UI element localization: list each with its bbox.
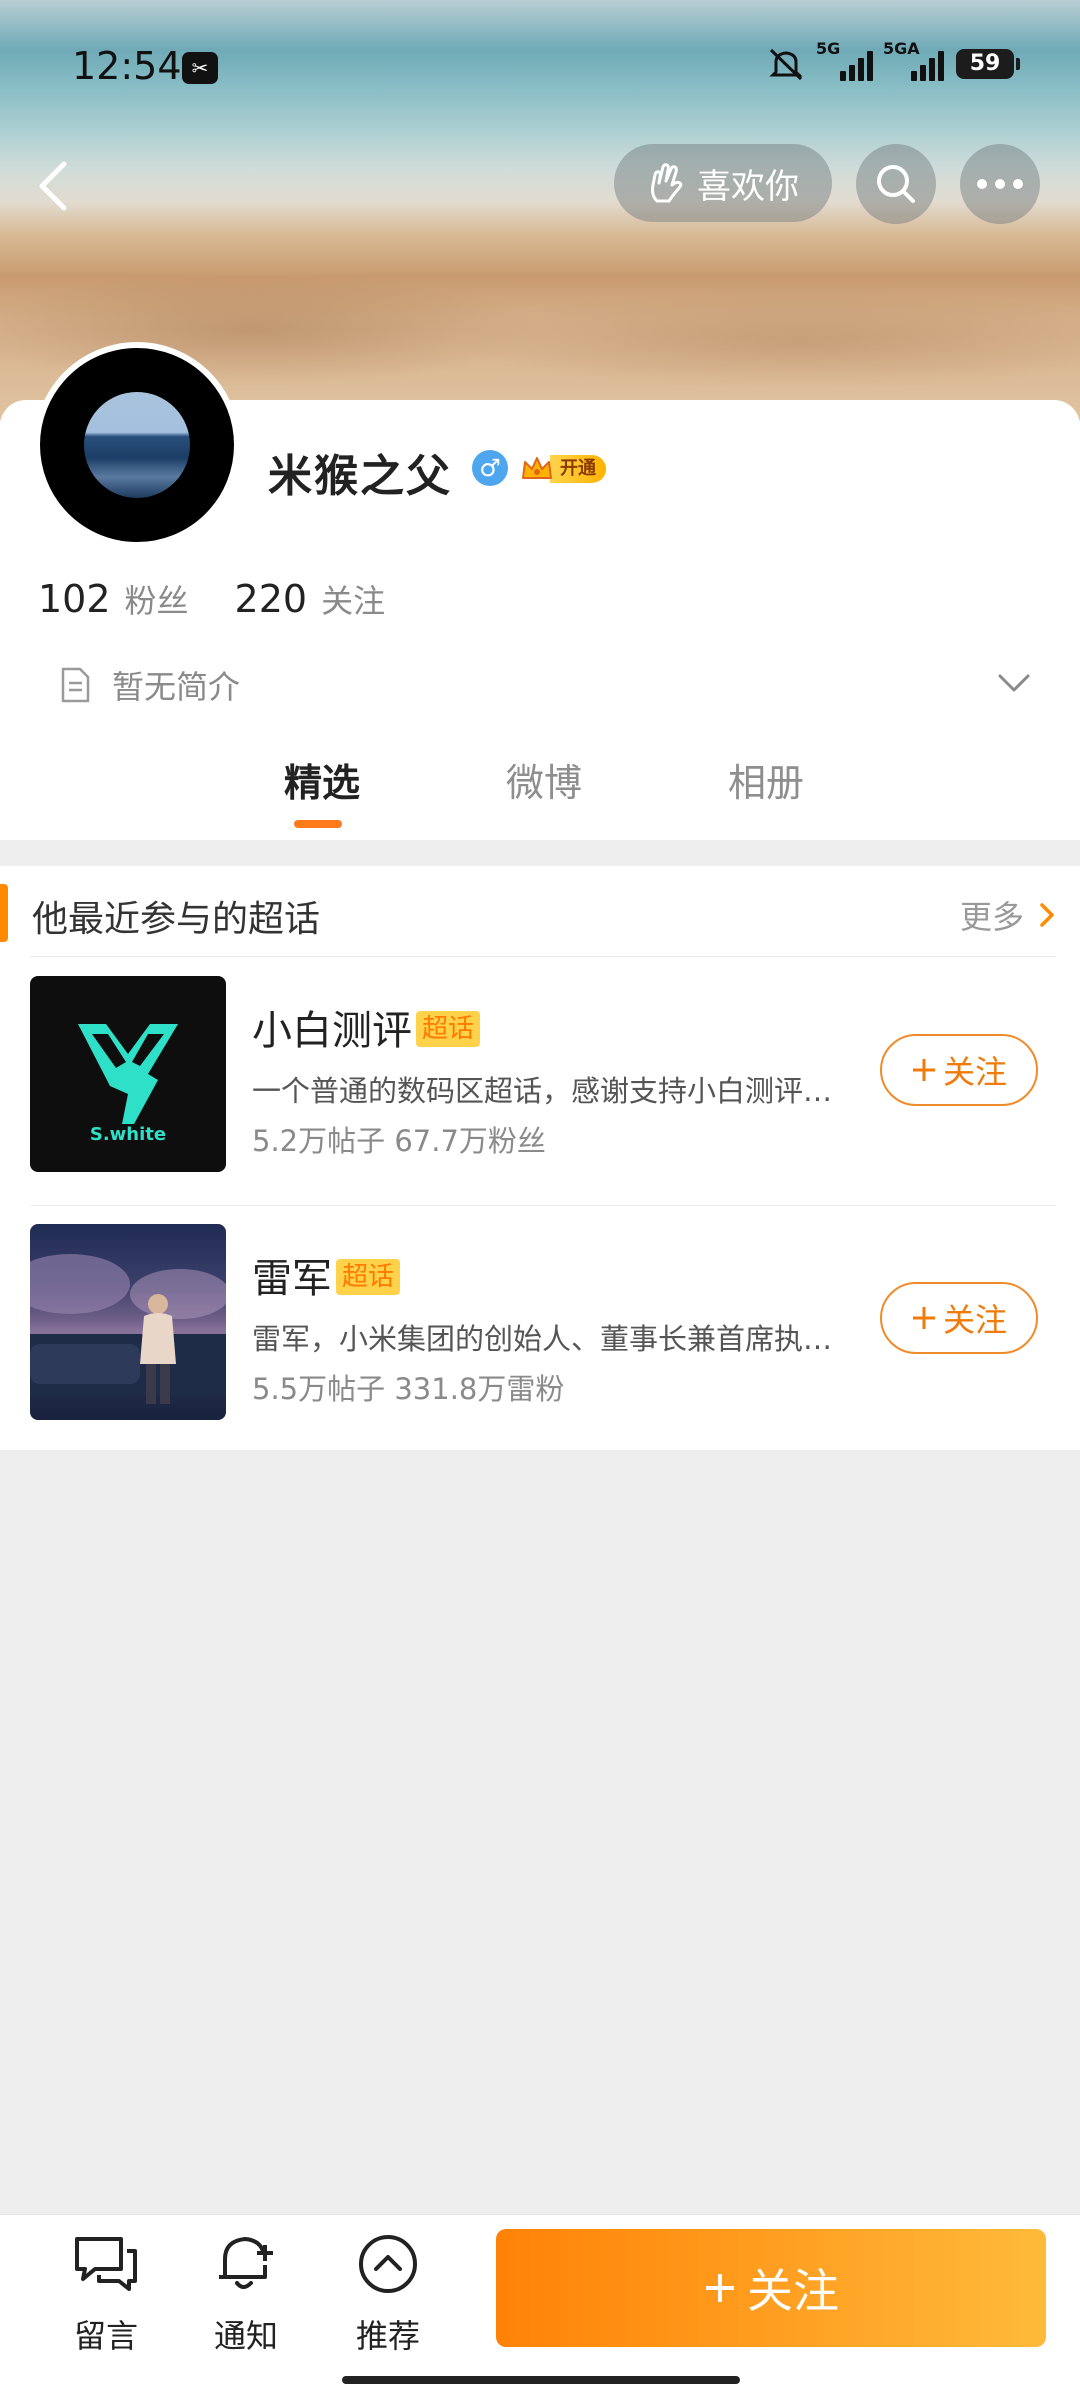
person-photo-icon — [30, 1254, 226, 1404]
divider — [30, 956, 1056, 957]
plus-icon — [706, 2274, 734, 2302]
expand-bio-button[interactable] — [994, 668, 1034, 698]
section-title: 他最近参与的超话 — [32, 899, 321, 940]
list-item[interactable]: S.white 小白测评 超话 一个普通的数码区超话，感谢支持小白测评超话 5.2… — [0, 958, 1080, 1206]
chevron-down-icon — [998, 674, 1030, 692]
follow-user-button[interactable]: 关注 — [496, 2229, 1046, 2347]
follow-topic-button[interactable]: 关注 — [880, 1282, 1038, 1354]
bell-plus-icon — [219, 2236, 273, 2289]
following-label[interactable]: 关注 — [321, 576, 385, 622]
message-button[interactable]: 留言 — [46, 2231, 166, 2357]
more-dots-icon — [977, 179, 1023, 189]
status-icons: 5G 5GA 59 — [766, 39, 1020, 82]
fans-count[interactable]: 102 — [38, 577, 111, 621]
message-label: 留言 — [73, 2317, 138, 2355]
bio-text: 暂无简介 — [112, 668, 241, 706]
super-topic-badge: 超话 — [336, 1259, 401, 1295]
male-gender-icon: ♂ — [472, 450, 508, 486]
chevron-right-icon — [1040, 903, 1054, 927]
tab-featured[interactable]: 精选 — [284, 752, 360, 807]
search-button[interactable] — [856, 144, 936, 224]
mute-icon — [769, 48, 803, 81]
notify-label: 通知 — [213, 2317, 278, 2355]
plus-icon — [912, 1307, 935, 1329]
notify-button[interactable]: 通知 — [186, 2231, 306, 2357]
more-link[interactable]: 更多 — [960, 892, 1056, 938]
home-indicator[interactable] — [342, 2376, 740, 2384]
topic-description: 雷军，小米集团的创始人、董事长兼首席执行官 — [252, 1322, 852, 1356]
circle-chevron-up-icon — [359, 2235, 417, 2293]
topic-stats: 5.5万帖子 331.8万雷粉 — [252, 1372, 565, 1406]
topic-stats: 5.2万帖子 67.7万粉丝 — [252, 1124, 546, 1158]
signal-icon-sim1: 5G — [816, 39, 873, 81]
tab-weibo[interactable]: 微博 — [506, 752, 582, 807]
topic-thumbnail-swhite: S.white — [30, 976, 226, 1172]
like-you-label: 喜欢你 — [697, 166, 799, 207]
sim1-label: 5G — [816, 39, 841, 58]
topic-title: 小白测评 超话 — [252, 998, 481, 1056]
fans-label[interactable]: 粉丝 — [125, 576, 189, 622]
search-icon — [877, 165, 915, 203]
vip-badge[interactable]: 开通 — [520, 452, 606, 486]
user-name: 米猴之父 — [268, 451, 452, 502]
chevron-left-icon — [39, 161, 67, 211]
super-topic-badge: 超话 — [416, 1011, 481, 1047]
chat-bubble-icon — [75, 2237, 137, 2291]
recommend-button[interactable]: 推荐 — [328, 2231, 448, 2357]
capcut-icon: ✂ — [182, 52, 218, 84]
active-tab-indicator — [294, 820, 342, 828]
avatar-image — [84, 392, 190, 498]
profile-tabs: 精选 微博 相册 — [0, 752, 1080, 840]
follow-topic-label: 关注 — [942, 1053, 1007, 1091]
list-item[interactable]: 雷军 超话 雷军，小米集团的创始人、董事长兼首席执行官 5.5万帖子 331.8万… — [0, 1206, 1080, 1454]
topic-thumbnail-leijun — [30, 1224, 226, 1420]
signal-icon-sim2: 5GA — [883, 39, 944, 81]
avatar[interactable] — [34, 342, 240, 548]
crown-icon — [522, 457, 552, 479]
following-count[interactable]: 220 — [235, 577, 308, 621]
section-accent-bar — [0, 884, 8, 942]
follow-topic-button[interactable]: 关注 — [880, 1034, 1038, 1106]
topic-name: 小白测评 — [252, 1008, 412, 1054]
hand-wave-icon — [651, 163, 683, 203]
battery-icon: 59 — [956, 49, 1020, 79]
thumb-logo-text: S.white — [90, 1124, 166, 1145]
sim2-label: 5GA — [883, 39, 920, 58]
status-time: 12:54 — [72, 44, 182, 88]
more-label: 更多 — [959, 898, 1024, 936]
plus-icon — [912, 1059, 935, 1081]
follow-user-label: 关注 — [747, 2264, 839, 2318]
follow-topic-label: 关注 — [942, 1301, 1007, 1339]
vip-label: 开通 — [550, 455, 606, 483]
bio-row[interactable]: 暂无简介 — [58, 662, 240, 708]
topic-description: 一个普通的数码区超话，感谢支持小白测评超话 — [252, 1074, 852, 1108]
swhite-logo-icon: S.white — [78, 1024, 178, 1145]
status-bar: 12:54 ✂ 5G 5GA 59 — [0, 0, 1080, 140]
recommend-label: 推荐 — [355, 2317, 420, 2355]
tab-album[interactable]: 相册 — [728, 752, 804, 807]
follow-counts: 102 粉丝 220 关注 — [38, 576, 431, 622]
topic-title: 雷军 超话 — [252, 1246, 401, 1304]
back-button[interactable] — [30, 150, 90, 220]
like-you-button[interactable]: 喜欢你 — [614, 144, 832, 222]
document-icon — [61, 667, 90, 703]
more-options-button[interactable] — [960, 144, 1040, 224]
super-topics-section: 他最近参与的超话 更多 S.white 小白测评 超话 一个普通的数码区超话，感谢… — [0, 866, 1080, 1450]
topic-name: 雷军 — [252, 1256, 332, 1302]
bottom-action-bar: 留言 通知 推荐 关注 — [0, 2214, 1080, 2400]
